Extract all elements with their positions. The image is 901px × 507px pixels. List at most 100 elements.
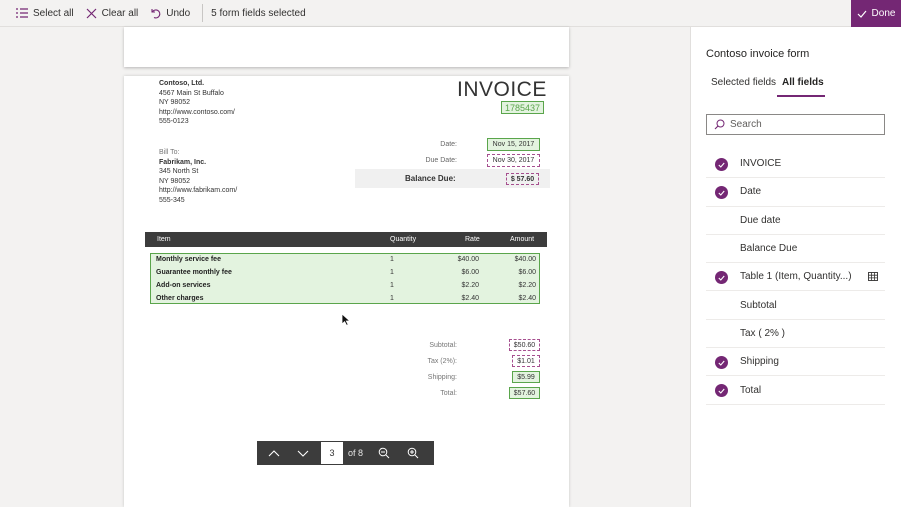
tab-all-fields[interactable]: All fields <box>782 77 824 88</box>
field-item-table-1[interactable]: Table 1 (Item, Quantity...) <box>706 263 885 292</box>
bill-to-caption: Bill To: <box>159 149 180 156</box>
balance-due-row: Balance Due: $ 57.60 <box>355 169 550 188</box>
items-table-header: Item Quantity Rate Amount <box>145 232 547 247</box>
sender-name: Contoso, Ltd. <box>159 80 205 87</box>
field-label: Tax ( 2% ) <box>740 327 786 339</box>
row-item: Add-on services <box>156 281 211 289</box>
select-all-button[interactable]: Select all <box>0 0 80 27</box>
header-quantity: Quantity <box>390 236 417 243</box>
field-item-subtotal[interactable]: Subtotal <box>706 291 885 320</box>
field-item-due-date[interactable]: Due date <box>706 207 885 235</box>
active-tab-indicator <box>777 95 825 97</box>
close-icon <box>86 8 97 18</box>
done-button[interactable]: Done <box>851 0 901 27</box>
due-date-field[interactable]: Nov 30, 2017 <box>487 154 540 167</box>
document-viewer[interactable]: Contoso, Ltd. 4567 Main St Buffalo NY 98… <box>0 27 689 507</box>
search-icon <box>714 119 725 130</box>
bill-to-website: http://www.fabrikam.com/ <box>159 187 238 195</box>
due-date-label: Due Date: <box>425 157 457 164</box>
table-icon <box>868 272 878 282</box>
search-input[interactable]: Search <box>706 114 885 135</box>
checked-icon <box>715 186 728 200</box>
tax-field[interactable]: $1.01 <box>512 355 540 367</box>
row-rate: $2.20 <box>461 281 479 289</box>
next-page-button[interactable] <box>288 441 317 465</box>
checked-icon <box>715 384 728 398</box>
sender-phone: 555-0123 <box>159 118 189 126</box>
field-item-shipping[interactable]: Shipping <box>706 348 885 377</box>
field-item-date[interactable]: Date <box>706 178 885 207</box>
toolbar-divider <box>202 4 204 22</box>
command-bar: Select all Clear all Undo 5 form fields … <box>0 0 901 27</box>
row-quantity: 1 <box>390 256 394 263</box>
sender-website: http://www.contoso.com/ <box>159 108 235 116</box>
clear-all-label: Clear all <box>101 7 139 19</box>
row-amount: $2.20 <box>518 281 536 289</box>
checkmark-icon <box>857 10 867 18</box>
header-rate: Rate <box>465 236 480 243</box>
shipping-field[interactable]: $5.99 <box>512 371 540 383</box>
zoom-out-button[interactable] <box>369 441 398 465</box>
row-item: Other charges <box>156 294 204 302</box>
selection-status: 5 form fields selected <box>211 7 306 19</box>
sender-address-line1: 4567 Main St Buffalo <box>159 89 224 97</box>
items-table-field[interactable]: Monthly service fee 1 $40.00 $40.00 Guar… <box>150 253 540 304</box>
sender-address-line2: NY 98052 <box>159 99 191 107</box>
field-item-tax[interactable]: Tax ( 2% ) <box>706 320 885 349</box>
undo-label: Undo <box>166 7 191 19</box>
done-label: Done <box>871 8 896 19</box>
date-label: Date: <box>440 141 457 148</box>
shipping-label: Shipping: <box>427 374 457 381</box>
select-all-icon <box>16 8 28 18</box>
row-rate: $40.00 <box>457 256 479 263</box>
table-row: Add-on services 1 $2.20 $2.20 <box>151 280 539 292</box>
field-item-balance-due[interactable]: Balance Due <box>706 235 885 264</box>
field-item-total[interactable]: Total <box>706 376 885 405</box>
field-label: Total <box>740 384 762 396</box>
previous-page-button[interactable] <box>259 441 288 465</box>
bill-to-address-line1: 345 North St <box>159 168 199 176</box>
zoom-out-icon <box>378 447 389 459</box>
row-rate: $2.40 <box>461 294 479 302</box>
row-quantity: 1 <box>390 268 394 276</box>
field-list: INVOICE Date Due date Balance Due Table … <box>706 150 885 405</box>
page-number-input[interactable]: 3 <box>321 442 343 464</box>
total-field[interactable]: $57.60 <box>509 387 540 399</box>
zoom-in-button[interactable] <box>398 441 427 465</box>
fields-panel: Contoso invoice form Selected fields All… <box>690 27 901 507</box>
previous-page <box>124 27 569 67</box>
bill-to-name: Fabrikam, Inc. <box>159 158 207 166</box>
chevron-down-icon <box>297 450 308 457</box>
page-count: of 8 <box>348 448 364 458</box>
balance-due-field[interactable]: $ 57.60 <box>506 173 539 185</box>
row-amount: $6.00 <box>518 268 536 276</box>
row-quantity: 1 <box>390 294 394 302</box>
page-navigator: 3 of 8 <box>257 441 434 465</box>
clear-all-button[interactable]: Clear all <box>80 0 145 27</box>
subtotal-field[interactable]: $50.60 <box>509 339 540 351</box>
header-amount: Amount <box>510 236 535 243</box>
field-label: Table 1 (Item, Quantity...) <box>740 271 852 283</box>
tax-label: Tax (2%): <box>427 358 457 365</box>
invoice-title[interactable]: INVOICE <box>457 78 547 102</box>
field-label: Date <box>740 186 762 198</box>
sender-address: Contoso, Ltd. 4567 Main St Buffalo NY 98… <box>159 79 235 127</box>
field-label: INVOICE <box>740 158 782 170</box>
field-label: Due date <box>740 214 781 226</box>
field-label: Balance Due <box>740 243 798 255</box>
checked-icon <box>715 356 728 370</box>
field-item-invoice[interactable]: INVOICE <box>706 150 885 179</box>
bill-to-address-line2: NY 98052 <box>159 177 191 185</box>
checked-icon <box>715 271 728 285</box>
field-label: Shipping <box>740 356 779 368</box>
panel-title: Contoso invoice form <box>706 48 810 60</box>
total-label: Total: <box>440 390 457 397</box>
row-rate: $6.00 <box>461 268 479 276</box>
undo-icon <box>151 8 161 18</box>
invoice-number-field[interactable]: 1785437 <box>501 101 544 114</box>
row-item: Guarantee monthly fee <box>156 268 232 276</box>
date-field[interactable]: Nov 15, 2017 <box>487 138 540 151</box>
tab-selected-fields[interactable]: Selected fields <box>711 77 776 88</box>
row-quantity: 1 <box>390 281 394 289</box>
undo-button[interactable]: Undo <box>144 0 196 27</box>
